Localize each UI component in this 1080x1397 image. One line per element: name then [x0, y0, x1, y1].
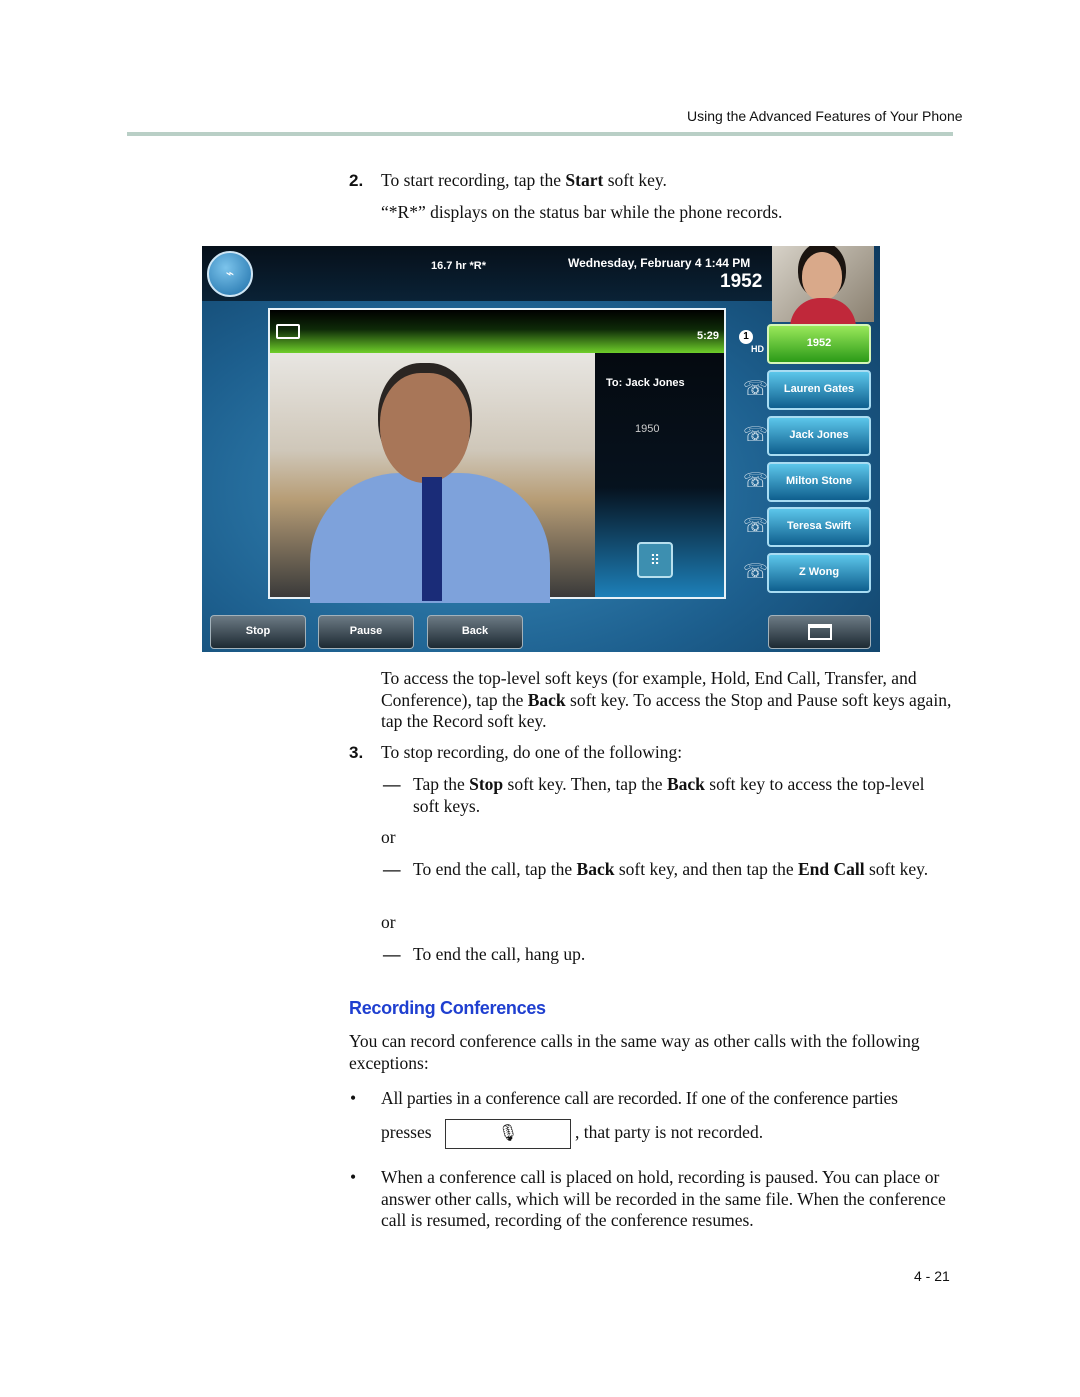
video-camera-icon	[276, 324, 300, 339]
status-text: 16.7 hr *R*	[431, 260, 487, 272]
text-run: soft key.	[864, 859, 929, 879]
bullet-text: All parties in a conference call are rec…	[381, 1088, 898, 1108]
call-number: 1950	[635, 423, 660, 435]
microphone-mute-icon: 🎙	[497, 1125, 519, 1143]
step-text: To stop recording, do one of the followi…	[381, 742, 683, 762]
call-bar	[270, 310, 724, 353]
text-run: soft key, and then tap the	[614, 859, 798, 879]
step-note: “*R*” displays on the status bar while t…	[381, 202, 783, 222]
handset-icon: ☏	[743, 470, 769, 492]
mute-key: 🎙	[445, 1119, 571, 1149]
extension: 1952	[720, 271, 763, 292]
section-intro: You can record conference calls in the s…	[349, 1031, 920, 1073]
hd-icon: HD	[751, 344, 764, 354]
line-key-1952[interactable]: 1952	[767, 324, 871, 364]
bullet: •	[350, 1167, 357, 1187]
section-heading: Recording Conferences	[349, 998, 546, 1018]
video-feed	[270, 353, 595, 603]
stop-softkey[interactable]: Stop	[210, 615, 306, 649]
dash-bullet: —	[383, 859, 401, 879]
call-timer: 5:29	[697, 330, 720, 342]
line-key-jack-jones[interactable]: Jack Jones	[767, 416, 871, 456]
bold-term: Start	[565, 170, 604, 190]
pause-softkey[interactable]: Pause	[318, 615, 414, 649]
header-rule	[127, 132, 953, 136]
call-to: To: Jack Jones	[606, 377, 685, 389]
bullet: •	[350, 1088, 357, 1108]
text-run: soft key.	[603, 170, 667, 190]
page-number: 4 - 21	[914, 1268, 950, 1284]
text-run: To end the call, tap the	[413, 859, 577, 879]
bullet-text: presses	[381, 1122, 432, 1142]
menu-softkey[interactable]	[768, 615, 871, 649]
contact-photo	[772, 246, 874, 328]
menu-icon	[807, 624, 832, 640]
handset-icon: ☏	[743, 515, 769, 537]
line-key-teresa-swift[interactable]: Teresa Swift	[767, 507, 871, 547]
text-run: soft key. Then, tap the	[503, 774, 667, 794]
usb-icon[interactable]: ⌁	[207, 251, 253, 297]
back-softkey[interactable]: Back	[427, 615, 523, 649]
line-key-z-wong[interactable]: Z Wong	[767, 553, 871, 593]
bold-term: End Call	[798, 859, 865, 879]
video-window: 5:29 To: Jack Jones 1950 ⠿	[268, 308, 726, 603]
line-key-milton-stone[interactable]: Milton Stone	[767, 462, 871, 502]
dash-bullet: —	[383, 774, 401, 794]
text-run: To start recording, tap the	[381, 170, 566, 190]
or-text: or	[381, 912, 396, 932]
step-number: 2.	[349, 171, 364, 190]
dash-bullet: —	[383, 944, 401, 964]
or-text: or	[381, 827, 396, 847]
option-text: Tap the Stop soft key. Then, tap the Bac…	[413, 774, 933, 817]
text-run: Tap the	[413, 774, 470, 794]
bold-term: Back	[576, 859, 615, 879]
bold-term: Stop	[469, 774, 504, 794]
bullet-text: , that party is not recorded.	[575, 1122, 764, 1142]
step-text: To start recording, tap the Start soft k…	[381, 170, 953, 192]
option-text: To end the call, tap the Back soft key, …	[413, 859, 953, 881]
handset-icon: ☏	[743, 561, 769, 583]
running-header: Using the Advanced Features of Your Phon…	[687, 108, 963, 124]
option-text: To end the call, hang up.	[413, 944, 586, 964]
call-info-panel: To: Jack Jones 1950 ⠿	[595, 353, 724, 597]
phone-screenshot: ⌁ 16.7 hr *R* Wednesday, February 4 1:44…	[202, 246, 880, 652]
line-key-lauren-gates[interactable]: Lauren Gates	[767, 370, 871, 410]
handset-icon: ☏	[743, 378, 769, 400]
step-number: 3.	[349, 743, 364, 762]
handset-icon: ☏	[743, 424, 769, 446]
dialpad-icon[interactable]: ⠿	[637, 542, 673, 578]
bold-term: Back	[527, 689, 566, 710]
bold-term: Back	[666, 774, 705, 794]
bullet-text: When a conference call is placed on hold…	[381, 1167, 946, 1230]
paragraph: To access the top-level soft keys (for e…	[381, 668, 953, 733]
